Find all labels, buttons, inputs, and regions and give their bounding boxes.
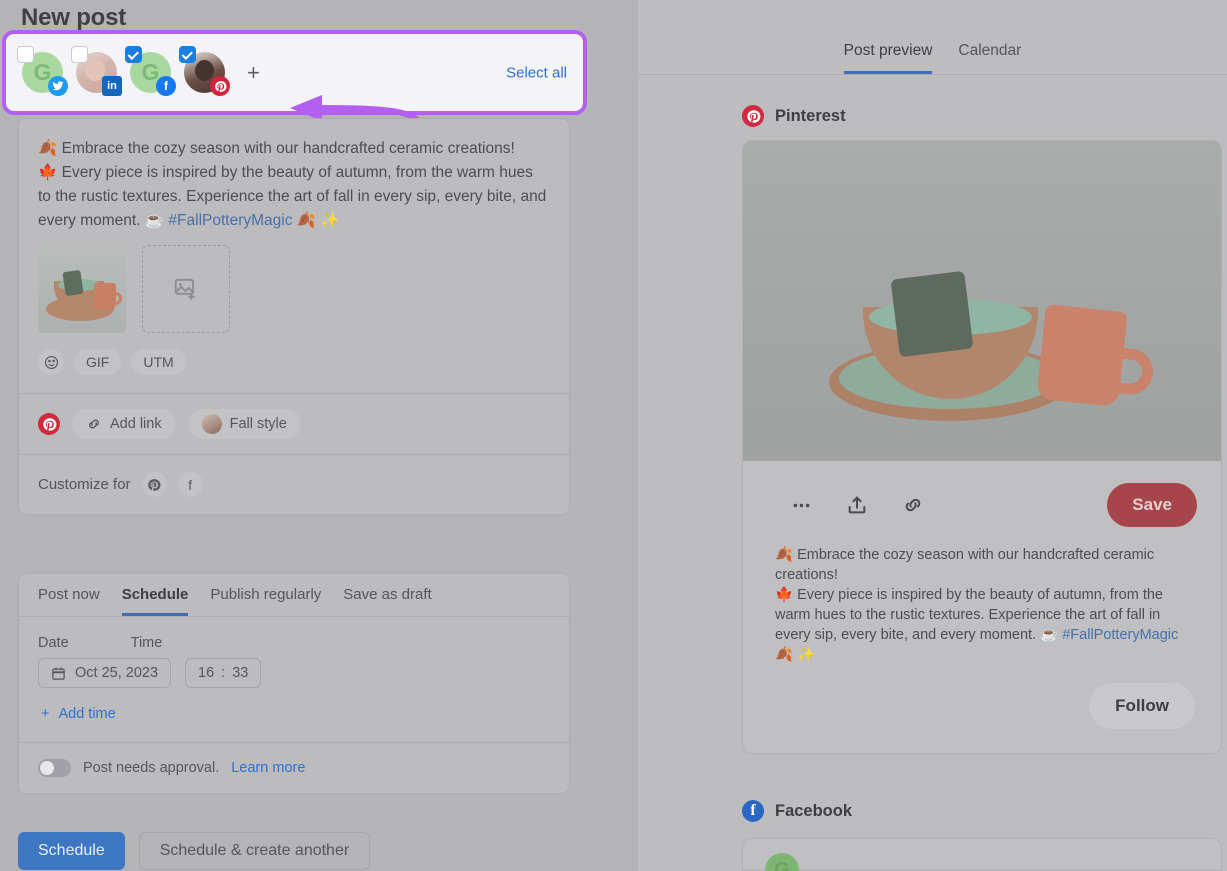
pinterest-preview-header: Pinterest [742,105,1227,127]
customize-facebook-icon[interactable]: f [177,472,203,497]
preview-panel: Post preview Calendar Pinterest Save 🍂 E… [638,0,1227,871]
tab-calendar[interactable]: Calendar [958,42,1021,74]
tab-save-as-draft[interactable]: Save as draft [343,586,431,616]
schedule-body: Date Time Oct 25, 2023 16 : 33 + Add tim… [19,617,569,742]
add-media-button[interactable] [142,245,230,333]
tab-schedule[interactable]: Schedule [121,586,189,616]
time-hours[interactable]: 16 [198,665,214,681]
date-time-row: Oct 25, 2023 16 : 33 [38,658,550,688]
follow-button[interactable]: Follow [1089,683,1195,729]
account-checkbox-twitter[interactable] [17,46,34,63]
media-thumbnail[interactable] [38,245,126,333]
page-title: New post [21,4,127,31]
time-separator: : [221,665,226,681]
preview-hashtag[interactable]: #FallPotteryMagic [1062,627,1178,643]
approval-text: Post needs approval. [83,760,220,776]
date-label: Date [38,635,69,651]
account-avatar-row: G in G f [17,46,230,96]
tab-post-preview[interactable]: Post preview [843,42,933,74]
media-row [19,237,569,333]
pinterest-icon [742,105,764,127]
account-chip-linkedin[interactable]: in [71,46,122,96]
app-root: New post G in G f + Select all 🍂 Embrace… [0,0,1227,871]
customize-pinterest-icon[interactable] [141,472,167,497]
account-chip-facebook[interactable]: G f [125,46,176,96]
add-account-button[interactable]: + [247,61,260,84]
link-icon [89,419,99,429]
date-value: Oct 25, 2023 [75,665,159,681]
post-composer-card: 🍂 Embrace the cozy season with our handc… [18,118,570,515]
learn-more-link[interactable]: Learn more [231,760,305,776]
schedule-create-another-button[interactable]: Schedule & create another [138,832,371,870]
upload-icon[interactable] [846,494,868,516]
emoji-icon [44,355,58,369]
board-selector-button[interactable]: Fall style [187,409,301,439]
time-label: Time [130,635,163,651]
date-input[interactable]: Oct 25, 2023 [38,658,172,688]
time-input[interactable]: 16 : 33 [185,658,262,688]
post-hashtag[interactable]: #FallPotteryMagic [168,212,292,229]
preview-image [743,141,1221,461]
composer-panel: New post G in G f + Select all 🍂 Embrace… [0,0,638,871]
twitter-icon [48,76,68,96]
pinterest-link-row: Add link Fall style [19,394,569,454]
action-buttons: Schedule Schedule & create another [18,832,371,870]
pinterest-label: Pinterest [775,106,846,125]
tab-publish-regularly[interactable]: Publish regularly [210,586,321,616]
emoji-button[interactable] [38,349,64,375]
post-text-line2-post: 🍂 ✨ [292,212,340,229]
preview-tabs: Post preview Calendar [638,0,1227,75]
gif-button[interactable]: GIF [74,349,122,375]
schedule-card: Post now Schedule Publish regularly Save… [18,573,570,794]
image-plus-icon [174,278,195,300]
pinterest-icon [210,76,230,96]
field-labels: Date Time [38,635,550,651]
tab-post-now[interactable]: Post now [38,586,100,616]
facebook-icon: f [742,800,764,822]
account-chip-pinterest[interactable] [179,46,230,96]
add-time-label: Add time [58,706,116,722]
follow-row: Follow [743,665,1221,753]
account-checkbox-facebook[interactable] [125,46,142,63]
pinterest-icon [38,413,60,435]
add-link-label: Add link [110,416,162,432]
account-checkbox-pinterest[interactable] [179,46,196,63]
add-time-button[interactable]: + Add time [38,688,550,742]
ellipsis-icon[interactable] [791,495,812,516]
approval-row: Post needs approval. Learn more [19,743,569,793]
facebook-icon: f [156,76,176,96]
facebook-preview-header: f Facebook [742,800,852,822]
time-minutes[interactable]: 33 [232,665,248,681]
board-label: Fall style [229,416,287,432]
accounts-selector-bar: G in G f + Select all [2,30,587,135]
preview-post-text: 🍂 Embrace the cozy season with our handc… [743,527,1221,665]
save-button[interactable]: Save [1107,483,1197,527]
board-avatar [201,414,222,434]
post-text-line1: 🍂 Embrace the cozy season with our handc… [38,140,515,157]
facebook-preview-card: G [742,838,1222,871]
post-text-area[interactable]: 🍂 Embrace the cozy season with our handc… [19,119,569,237]
select-all-link[interactable]: Select all [506,64,567,81]
add-link-button[interactable]: Add link [72,409,176,439]
preview-text-line1: 🍂 Embrace the cozy season with our handc… [775,547,1155,583]
pinterest-preview-card: Save 🍂 Embrace the cozy season with our … [742,140,1222,754]
account-checkbox-linkedin[interactable] [71,46,88,63]
customize-label: Customize for [38,476,131,493]
customize-for-row: Customize for f [19,455,569,514]
pinterest-action-row: Save [743,461,1221,527]
plus-icon: + [41,706,50,722]
preview-text-line2-post: 🍂 ✨ [775,647,816,663]
link-icon[interactable] [902,494,924,516]
account-chip-twitter[interactable]: G [17,46,68,96]
linkedin-icon: in [102,76,122,96]
schedule-tabs: Post now Schedule Publish regularly Save… [19,574,569,616]
composer-chips: GIF UTM [19,333,569,393]
utm-button[interactable]: UTM [131,349,186,375]
calendar-icon [52,667,65,680]
schedule-button[interactable]: Schedule [18,832,125,870]
approval-toggle[interactable] [38,759,71,777]
facebook-label: Facebook [775,801,853,820]
facebook-avatar: G [765,853,799,871]
